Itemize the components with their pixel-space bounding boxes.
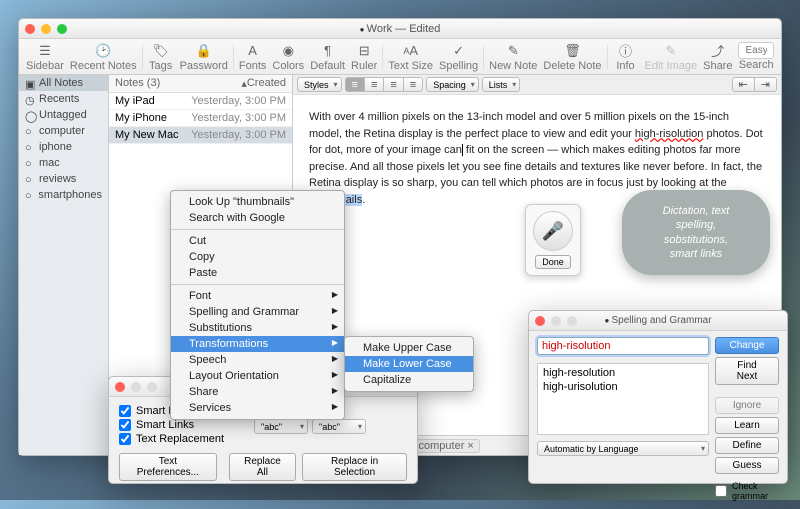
editor-toolbar: Styles ≡≡≡≡ Spacing Lists ⇤⇥ bbox=[293, 75, 781, 95]
tb-share[interactable]: ⤴Share bbox=[700, 42, 735, 72]
note-row[interactable]: My iPhoneYesterday, 3:00 PM bbox=[109, 110, 292, 127]
btn-guess[interactable]: Guess bbox=[715, 457, 779, 474]
menu-item[interactable]: Layout Orientation bbox=[171, 368, 344, 384]
tb-tags[interactable]: 🏷Tags bbox=[145, 42, 177, 72]
chk-text-replacement[interactable]: Text Replacement bbox=[119, 433, 224, 445]
tb-search: Search bbox=[735, 42, 777, 71]
chk-smart-links[interactable]: Smart Links bbox=[119, 419, 224, 431]
sidebar-item[interactable]: ○reviews bbox=[19, 171, 108, 187]
sidebar-item[interactable]: ○iphone bbox=[19, 139, 108, 155]
sidebar-item[interactable]: ◯Untagged bbox=[19, 107, 108, 123]
tb-sidebar[interactable]: ☰Sidebar bbox=[23, 42, 67, 72]
menu-item[interactable]: Substitutions bbox=[171, 320, 344, 336]
btn-ignore[interactable]: Ignore bbox=[715, 397, 779, 414]
tag-chip[interactable]: computer × bbox=[413, 439, 480, 453]
sidebar-item[interactable]: ▣All Notes bbox=[19, 75, 108, 91]
sidebar-item[interactable]: ○smartphones bbox=[19, 187, 108, 203]
folder-icon: ◯ bbox=[25, 110, 35, 120]
tb-ruler[interactable]: ⊟Ruler bbox=[348, 42, 380, 72]
menu-item[interactable]: Speech bbox=[171, 352, 344, 368]
tb-colors[interactable]: ◉Colors bbox=[269, 42, 307, 72]
menu-item[interactable]: Services bbox=[171, 400, 344, 416]
chk-grammar[interactable]: Check grammar bbox=[715, 481, 779, 501]
styles-dropdown[interactable]: Styles bbox=[297, 77, 342, 92]
menu-item[interactable]: Make Upper Case bbox=[345, 340, 473, 356]
menu-item[interactable]: Look Up "thumbnails" bbox=[171, 194, 344, 210]
search-input[interactable] bbox=[738, 42, 774, 59]
menu-item[interactable]: Font bbox=[171, 288, 344, 304]
menu-item[interactable]: Capitalize bbox=[345, 372, 473, 388]
menu-item[interactable]: Share bbox=[171, 384, 344, 400]
menu-item[interactable]: Cut bbox=[171, 233, 344, 249]
menu-item[interactable]: Copy bbox=[171, 249, 344, 265]
tb-password[interactable]: 🔒Password bbox=[177, 42, 231, 72]
lists-dropdown[interactable]: Lists bbox=[482, 77, 521, 92]
btn-learn[interactable]: Learn bbox=[715, 417, 779, 434]
quote-style-1[interactable]: "abc" bbox=[254, 419, 308, 434]
menu-item[interactable]: Paste bbox=[171, 265, 344, 281]
tb-delete[interactable]: 🗑Delete Note bbox=[540, 42, 604, 72]
close-icon[interactable] bbox=[115, 382, 125, 392]
tb-editimg[interactable]: ✎Edit Image bbox=[642, 42, 701, 72]
menu-item[interactable]: TransformationsMake Upper CaseMake Lower… bbox=[171, 336, 344, 352]
tag-icon: ○ bbox=[25, 126, 35, 136]
feature-callout: Dictation, text spelling, sobstitutions,… bbox=[622, 190, 770, 275]
tb-info[interactable]: ⓘInfo bbox=[610, 42, 642, 72]
indent-seg[interactable]: ⇤⇥ bbox=[732, 77, 777, 92]
suggestion-item[interactable]: high-resolution bbox=[540, 366, 706, 380]
spelling-window: Spelling and Grammar high-resolutionhigh… bbox=[528, 310, 788, 484]
btn-findnext[interactable]: Find Next bbox=[715, 357, 779, 385]
titlebar: Work — Edited bbox=[19, 19, 781, 39]
note-row[interactable]: My New MacYesterday, 3:00 PM bbox=[109, 127, 292, 144]
tag-icon: ○ bbox=[25, 158, 35, 168]
sidebar-item[interactable]: ○computer bbox=[19, 123, 108, 139]
btn-change[interactable]: Change bbox=[715, 337, 779, 354]
spell-word-input[interactable] bbox=[537, 337, 709, 355]
menu-item[interactable]: Search with Google bbox=[171, 210, 344, 226]
tb-recent[interactable]: 🕑Recent Notes bbox=[67, 42, 140, 72]
microphone-icon: 🎤 bbox=[533, 211, 573, 251]
sidebar-item[interactable]: ○mac bbox=[19, 155, 108, 171]
tb-fonts[interactable]: AFonts bbox=[236, 42, 270, 72]
sidebar: ▣All Notes◷Recents◯Untagged○computer○iph… bbox=[19, 75, 109, 455]
tag-icon: ○ bbox=[25, 190, 34, 200]
context-menu: Look Up "thumbnails"Search with Google Cu… bbox=[170, 190, 345, 420]
folder-icon: ◷ bbox=[25, 94, 35, 104]
menu-item[interactable]: Make Lower Case bbox=[345, 356, 473, 372]
toolbar: ☰Sidebar 🕑Recent Notes 🏷Tags 🔒Password A… bbox=[19, 39, 781, 75]
col-created[interactable]: Created bbox=[247, 77, 286, 90]
tag-icon: ○ bbox=[25, 174, 35, 184]
tb-new[interactable]: ✎New Note bbox=[486, 42, 540, 72]
close-icon[interactable] bbox=[25, 24, 35, 34]
btn-define[interactable]: Define bbox=[715, 437, 779, 454]
suggestions-list[interactable]: high-resolutionhigh-urisolution bbox=[537, 363, 709, 435]
btn-replace-selection[interactable]: Replace in Selection bbox=[302, 453, 407, 481]
tb-textsize[interactable]: AAText Size bbox=[385, 42, 436, 72]
tag-icon: ○ bbox=[25, 142, 35, 152]
quote-style-2[interactable]: "abc" bbox=[312, 419, 366, 434]
dictation-done-button[interactable]: Done bbox=[535, 255, 571, 269]
align-seg[interactable]: ≡≡≡≡ bbox=[345, 77, 424, 92]
minimize-icon[interactable] bbox=[41, 24, 51, 34]
tb-default[interactable]: ¶Default bbox=[307, 42, 348, 72]
suggestion-item[interactable]: high-urisolution bbox=[540, 380, 706, 394]
btn-text-prefs[interactable]: Text Preferences... bbox=[119, 453, 217, 481]
tb-spelling[interactable]: ✓Spelling bbox=[436, 42, 481, 72]
close-icon[interactable] bbox=[535, 316, 545, 326]
dictation-popover: 🎤 Done bbox=[525, 204, 581, 276]
misspell[interactable]: high-risolution bbox=[635, 128, 703, 140]
zoom-icon[interactable] bbox=[57, 24, 67, 34]
col-notes[interactable]: Notes (3) bbox=[115, 77, 241, 90]
folder-icon: ▣ bbox=[25, 78, 35, 88]
lang-dropdown[interactable]: Automatic by Language bbox=[537, 441, 709, 456]
menu-item[interactable]: Spelling and Grammar bbox=[171, 304, 344, 320]
note-row[interactable]: My iPadYesterday, 3:00 PM bbox=[109, 93, 292, 110]
window-title: Work — Edited bbox=[19, 23, 781, 35]
btn-replace-all[interactable]: Replace All bbox=[229, 453, 296, 481]
spacing-dropdown[interactable]: Spacing bbox=[426, 77, 479, 92]
sidebar-item[interactable]: ◷Recents bbox=[19, 91, 108, 107]
submenu: Make Upper CaseMake Lower CaseCapitalize bbox=[344, 336, 474, 392]
